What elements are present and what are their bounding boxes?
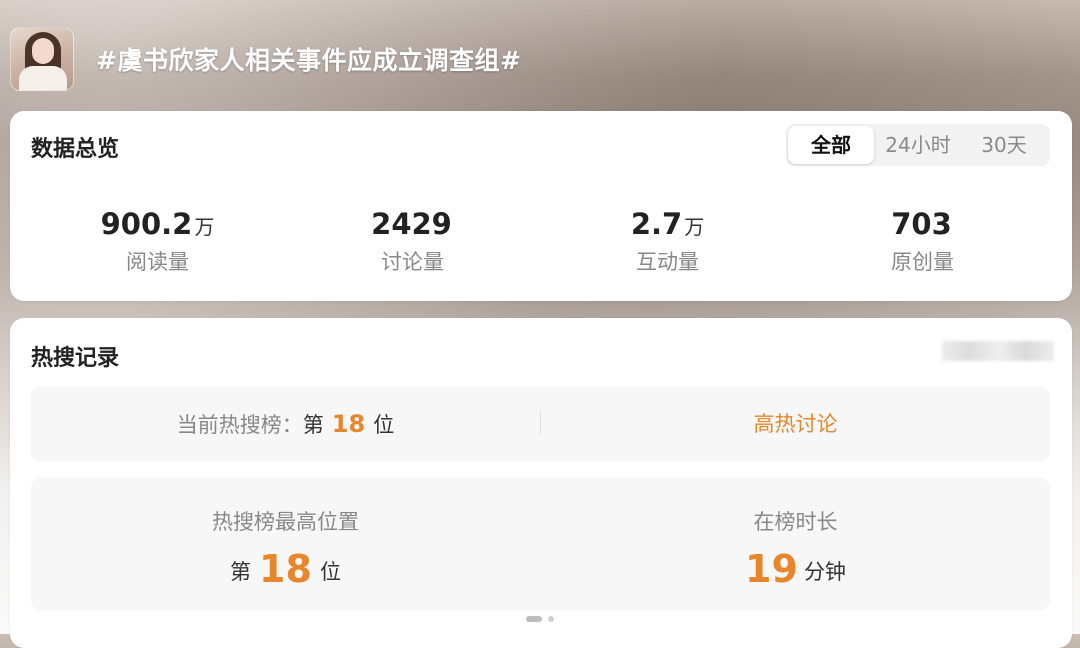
topic-title: #虞书欣家人相关事件应成立调查组# xyxy=(96,46,522,75)
current-rank-number: 18 xyxy=(331,410,366,438)
stat-interactions-unit: 万 xyxy=(684,215,705,239)
stat-value: 2.7 万 xyxy=(540,206,795,245)
blurred-redaction xyxy=(942,341,1054,361)
tab-all[interactable]: 全部 xyxy=(788,126,874,164)
stat-reads-value: 900.2 xyxy=(100,207,193,241)
topic-thumbnail[interactable] xyxy=(10,27,74,91)
current-rank-prefix: 第 xyxy=(302,413,324,437)
stat-originals: 703 原创量 xyxy=(795,206,1050,276)
stat-discussions-value: 2429 xyxy=(371,207,452,241)
stat-value: 2429 xyxy=(285,206,540,245)
highest-rank-value-row: 第 18 位 xyxy=(31,549,540,592)
highest-rank: 热搜榜最高位置 第 18 位 xyxy=(31,478,540,592)
current-rank-suffix: 位 xyxy=(373,413,395,437)
highest-rank-label: 热搜榜最高位置 xyxy=(212,510,359,534)
stat-originals-value: 703 xyxy=(891,207,952,241)
tab-24h[interactable]: 24小时 xyxy=(874,124,962,166)
current-rank-panel: 当前热搜榜：第 18 位 高热讨论 xyxy=(31,386,1050,462)
hot-search-card: 热搜记录 当前热搜榜：第 18 位 高热讨论 热搜榜最高位置 第 18 位 在榜时长 1… xyxy=(10,318,1072,648)
current-rank-label: 当前热搜榜： xyxy=(176,413,303,437)
overview-card: 数据总览 全部 24小时 30天 900.2 万 阅读量 2429 讨论量 2.7… xyxy=(10,111,1072,301)
stat-originals-label: 原创量 xyxy=(891,250,954,274)
duration-number: 19 xyxy=(745,547,798,591)
highest-rank-number: 18 xyxy=(259,547,312,591)
rank-summary-panel: 热搜榜最高位置 第 18 位 在榜时长 19 分钟 xyxy=(31,478,1050,610)
duration-unit: 分钟 xyxy=(803,560,846,584)
highest-rank-suffix: 位 xyxy=(319,560,341,584)
overview-title: 数据总览 xyxy=(31,137,120,162)
current-rank: 当前热搜榜：第 18 位 xyxy=(31,386,540,462)
highest-rank-prefix: 第 xyxy=(230,560,252,584)
page-dot xyxy=(548,616,554,622)
hot-search-title: 热搜记录 xyxy=(31,346,120,371)
duration-value-row: 19 分钟 xyxy=(541,549,1050,592)
stats-row: 900.2 万 阅读量 2429 讨论量 2.7 万 互动量 703 原创量 xyxy=(10,206,1072,276)
topic-header: #虞书欣家人相关事件应成立调查组# xyxy=(10,27,522,91)
stat-interactions-value: 2.7 xyxy=(630,207,683,241)
stat-value: 703 xyxy=(795,206,1050,245)
stat-reads-unit: 万 xyxy=(194,215,215,239)
stat-reads-label: 阅读量 xyxy=(126,250,189,274)
stat-interactions-label: 互动量 xyxy=(636,250,699,274)
stat-interactions: 2.7 万 互动量 xyxy=(540,206,795,276)
stat-reads: 900.2 万 阅读量 xyxy=(30,206,285,276)
thumbnail-face xyxy=(32,38,54,64)
thumbnail-clothing xyxy=(19,66,67,90)
time-range-tabs: 全部 24小时 30天 xyxy=(786,124,1050,166)
duration-label: 在榜时长 xyxy=(753,510,838,534)
page-dot-active xyxy=(526,616,542,622)
stat-discussions-label: 讨论量 xyxy=(381,250,444,274)
stat-discussions: 2429 讨论量 xyxy=(285,206,540,276)
page-indicator xyxy=(526,616,560,622)
on-list-duration: 在榜时长 19 分钟 xyxy=(541,478,1050,592)
stat-value: 900.2 万 xyxy=(30,206,285,245)
tab-30d[interactable]: 30天 xyxy=(962,124,1046,166)
heat-tag: 高热讨论 xyxy=(753,412,838,436)
